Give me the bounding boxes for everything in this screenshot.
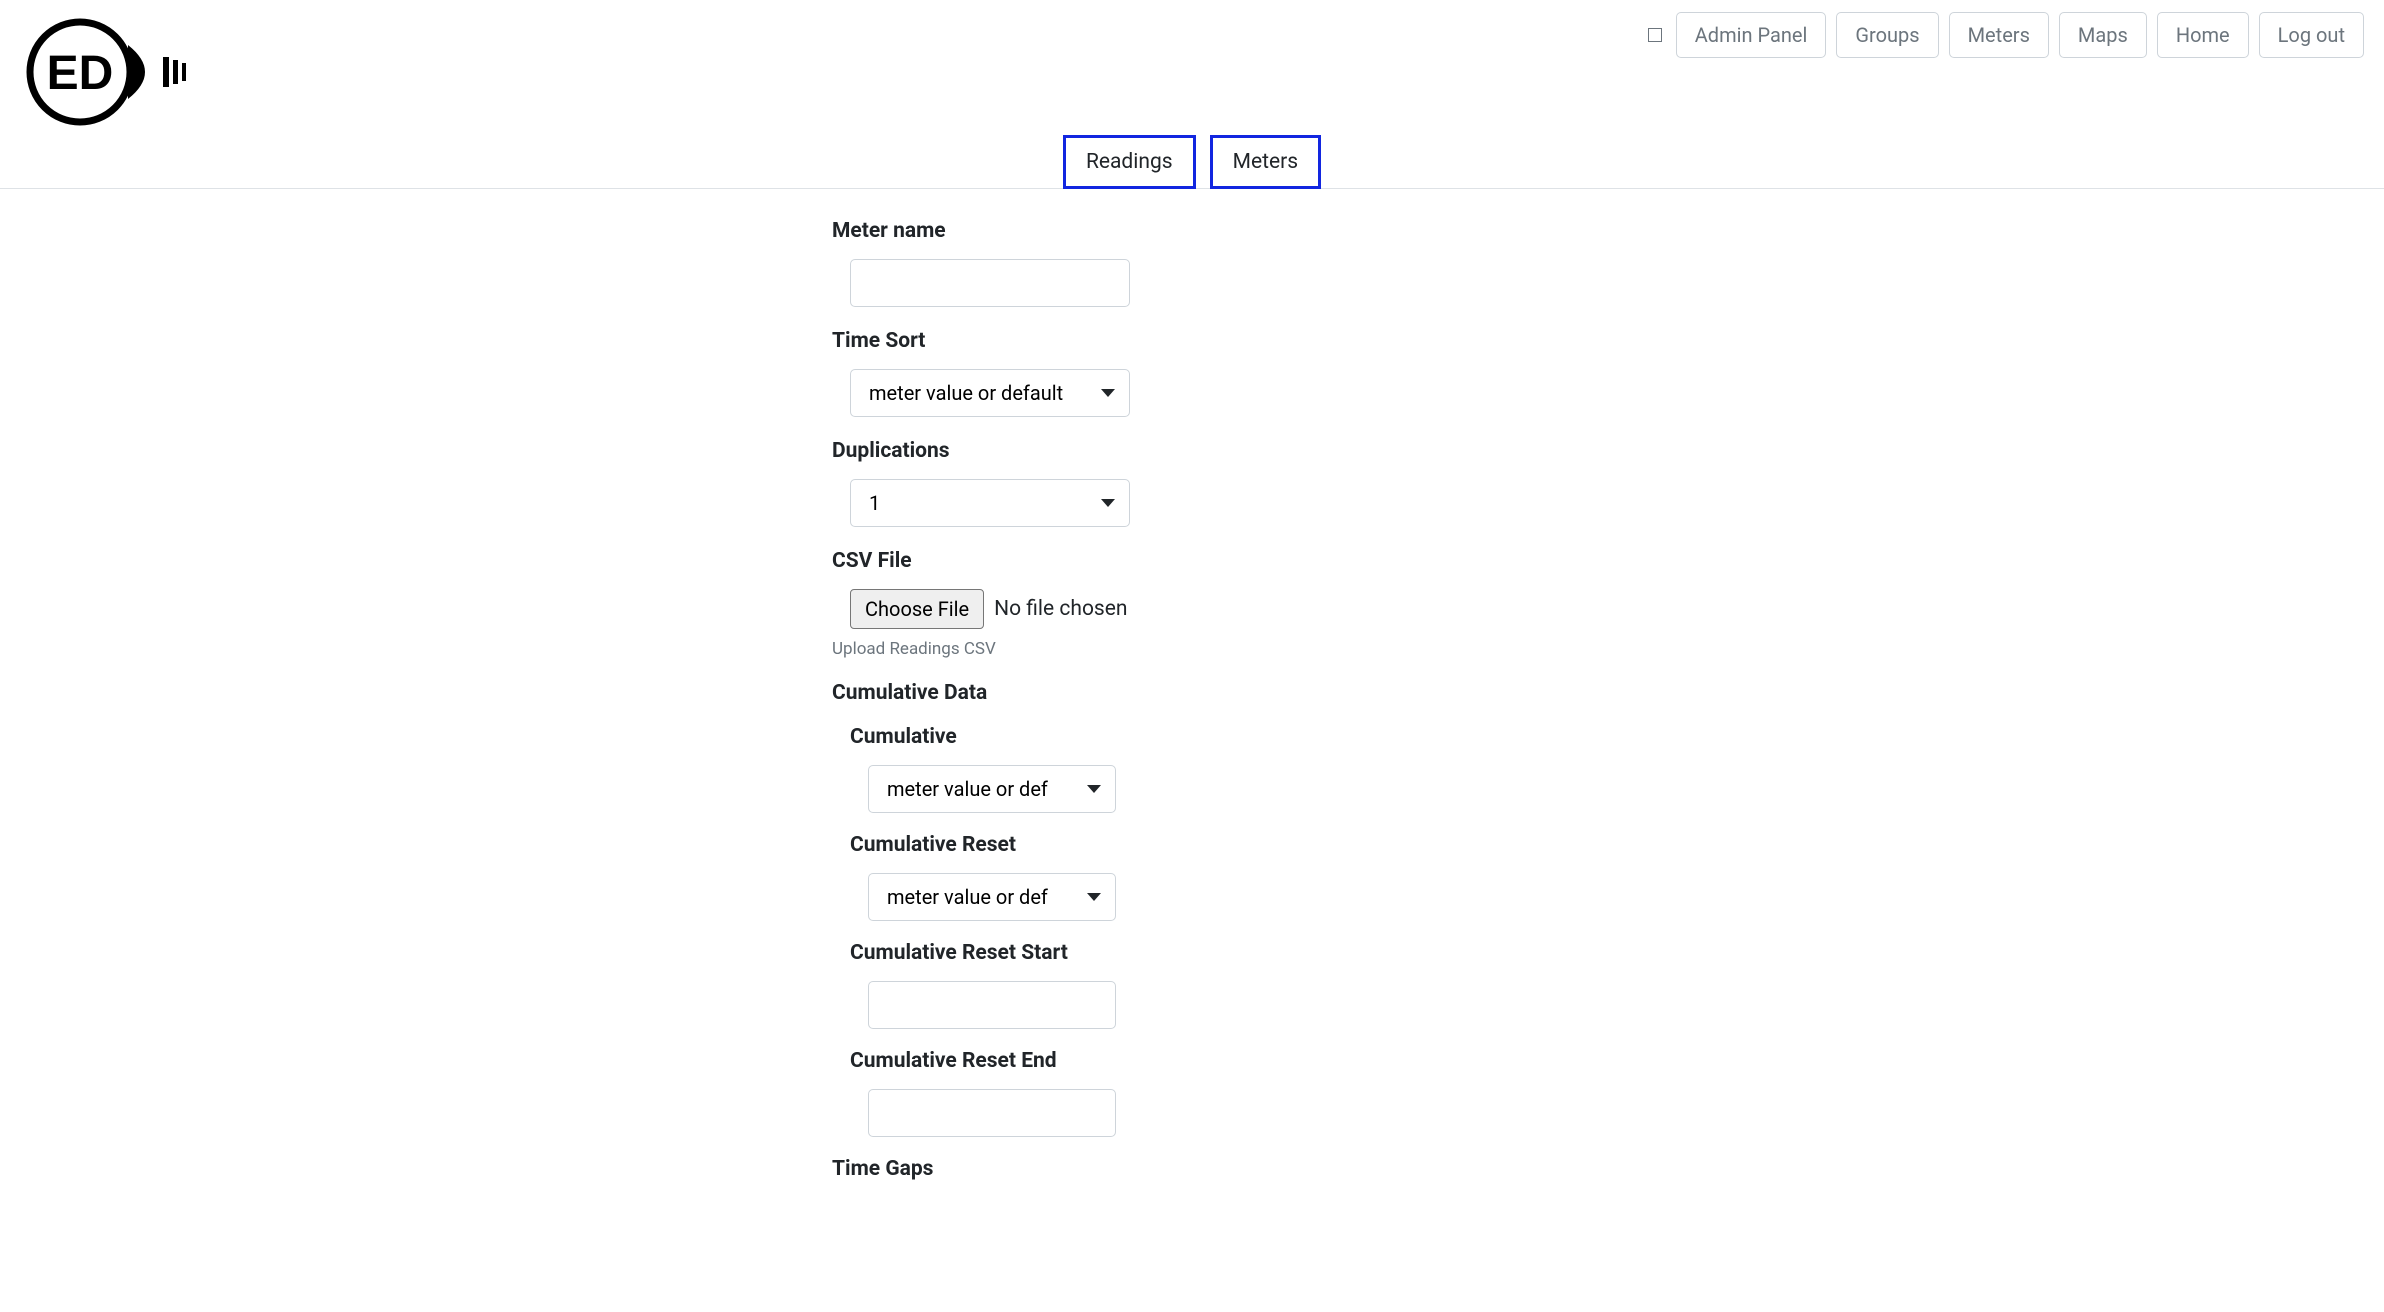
time-sort-label: Time Sort <box>832 329 1552 353</box>
maps-button[interactable]: Maps <box>2059 12 2147 58</box>
admin-panel-button[interactable]: Admin Panel <box>1676 12 1827 58</box>
tab-meters[interactable]: Meters <box>1210 135 1321 189</box>
cumulative-reset-select[interactable]: meter value or def <box>868 873 1116 921</box>
time-gaps-heading: Time Gaps <box>832 1157 1552 1181</box>
language-icon[interactable] <box>1648 28 1662 42</box>
cumulative-reset-label: Cumulative Reset <box>850 833 1552 857</box>
cumulative-reset-start-label: Cumulative Reset Start <box>850 941 1552 965</box>
cumulative-reset-end-input[interactable] <box>868 1089 1116 1137</box>
cumulative-data-heading: Cumulative Data <box>832 681 1552 705</box>
duplications-select[interactable]: 1 <box>850 479 1130 527</box>
logo: ED <box>20 10 190 135</box>
logout-button[interactable]: Log out <box>2259 12 2364 58</box>
duplications-label: Duplications <box>832 439 1552 463</box>
csv-file-label: CSV File <box>832 549 1552 573</box>
cumulative-label: Cumulative <box>850 725 1552 749</box>
nav-buttons: Admin Panel Groups Meters Maps Home Log … <box>1648 10 2364 58</box>
cumulative-reset-end-label: Cumulative Reset End <box>850 1049 1552 1073</box>
cumulative-select[interactable]: meter value or def <box>868 765 1116 813</box>
upload-hint: Upload Readings CSV <box>832 639 1552 659</box>
cumulative-reset-start-input[interactable] <box>868 981 1116 1029</box>
meters-button[interactable]: Meters <box>1949 12 2049 58</box>
svg-text:ED: ED <box>47 47 114 100</box>
meter-name-label: Meter name <box>832 219 1552 243</box>
form-container: Meter name Time Sort meter value or defa… <box>832 189 1552 1181</box>
meter-name-input[interactable] <box>850 259 1130 307</box>
home-button[interactable]: Home <box>2157 12 2249 58</box>
file-status: No file chosen <box>994 597 1127 621</box>
groups-button[interactable]: Groups <box>1836 12 1938 58</box>
tab-readings[interactable]: Readings <box>1063 135 1196 189</box>
choose-file-button[interactable]: Choose File <box>850 589 984 629</box>
time-sort-select[interactable]: meter value or default <box>850 369 1130 417</box>
tabs: Readings Meters <box>0 135 2384 189</box>
